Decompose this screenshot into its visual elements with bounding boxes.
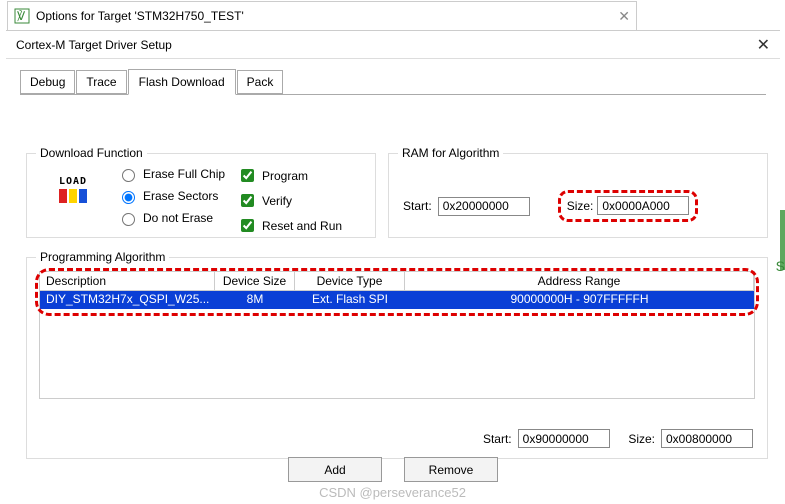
ram-size-label: Size: [567, 199, 594, 213]
hdr-device-size[interactable]: Device Size [215, 272, 295, 290]
add-button[interactable]: Add [288, 457, 382, 482]
alg-start-label: Start: [483, 432, 512, 446]
radio-erase-full[interactable]: Erase Full Chip [117, 166, 225, 182]
programming-algorithm-group: Programming Algorithm Description Device… [26, 250, 768, 459]
parent-window-title: Options for Target 'STM32H750_TEST' [36, 9, 244, 23]
side-char: S [776, 258, 785, 274]
check-verify[interactable]: Verify [237, 191, 342, 210]
tab-pack[interactable]: Pack [237, 70, 284, 94]
alg-size-input[interactable] [661, 429, 753, 448]
algorithm-list-header: Description Device Size Device Type Addr… [39, 271, 755, 291]
close-icon[interactable]: ✕ [757, 35, 770, 55]
algorithm-list[interactable]: DIY_STM32H7x_QSPI_W25... 8M Ext. Flash S… [39, 291, 755, 399]
dialog-window: Cortex-M Target Driver Setup ✕ Debug Tra… [6, 30, 780, 504]
tab-flash-download[interactable]: Flash Download [128, 69, 236, 95]
tab-trace[interactable]: Trace [76, 70, 126, 94]
remove-button[interactable]: Remove [404, 457, 498, 482]
alg-start-input[interactable] [518, 429, 610, 448]
check-program[interactable]: Program [237, 166, 342, 185]
ram-start-label: Start: [403, 199, 432, 213]
tab-strip: Debug Trace Flash Download Pack [20, 70, 780, 94]
ram-size-input[interactable] [597, 196, 689, 215]
ram-size-highlight: Size: [558, 190, 699, 222]
hdr-address-range[interactable]: Address Range [405, 272, 754, 290]
ram-legend: RAM for Algorithm [398, 146, 503, 160]
ram-for-algorithm-group: RAM for Algorithm Start: Size: [388, 146, 768, 238]
check-reset-run[interactable]: Reset and Run [237, 216, 342, 235]
radio-erase-sectors[interactable]: Erase Sectors [117, 188, 225, 204]
hdr-device-type[interactable]: Device Type [295, 272, 405, 290]
load-icon: LOAD [51, 176, 95, 203]
prog-alg-legend: Programming Algorithm [36, 250, 169, 264]
app-icon: ℣ [14, 8, 30, 24]
ram-start-input[interactable] [438, 197, 530, 216]
titlebar: Cortex-M Target Driver Setup ✕ [6, 31, 780, 59]
parent-window-titlebar: ℣ Options for Target 'STM32H750_TEST' ✕ [7, 1, 637, 31]
alg-size-label: Size: [628, 432, 655, 446]
svg-text:℣: ℣ [17, 9, 26, 23]
radio-do-not-erase[interactable]: Do not Erase [117, 210, 225, 226]
parent-close-icon[interactable]: ✕ [618, 8, 630, 25]
algorithm-row[interactable]: DIY_STM32H7x_QSPI_W25... 8M Ext. Flash S… [40, 291, 754, 309]
download-function-legend: Download Function [36, 146, 147, 160]
dialog-title: Cortex-M Target Driver Setup [16, 38, 172, 52]
tab-debug[interactable]: Debug [20, 70, 75, 94]
download-function-group: Download Function LOAD Erase Full Chip E… [26, 146, 376, 238]
hdr-description[interactable]: Description [40, 272, 215, 290]
